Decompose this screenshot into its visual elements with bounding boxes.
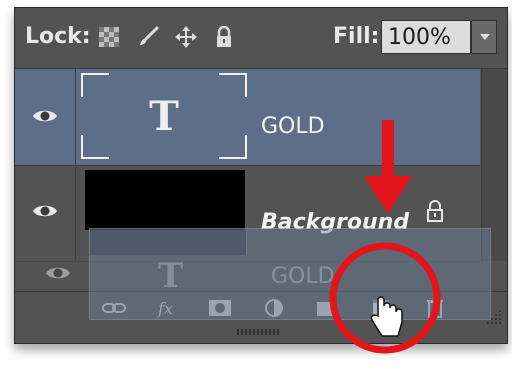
text-layer-thumbnail[interactable]: T — [81, 73, 247, 159]
resize-grip-icon[interactable] — [237, 328, 281, 336]
fill-value: 100% — [388, 25, 451, 50]
visibility-column — [15, 166, 76, 261]
dragged-thumbnail — [90, 229, 247, 255]
layer-name[interactable]: GOLD — [261, 114, 325, 139]
background-layer-thumbnail[interactable] — [85, 170, 245, 230]
eye-icon[interactable] — [32, 202, 58, 220]
lock-label: Lock: — [25, 24, 91, 49]
dragged-layer-overlay — [89, 228, 491, 320]
lock-bar: Lock: Fill: 100% — [15, 8, 507, 69]
chevron-down-icon — [480, 34, 490, 40]
lock-icon — [427, 200, 443, 222]
text-type-icon: T — [149, 93, 179, 140]
fill-input[interactable]: 100% — [381, 20, 471, 54]
lock-position-move-icon[interactable] — [175, 26, 197, 48]
layers-panel: Lock: Fill: 100% T GOLD Background T GOL… — [14, 7, 508, 344]
eye-icon — [46, 267, 70, 279]
fill-label: Fill: — [333, 24, 380, 49]
lock-image-pixels-brush-icon[interactable] — [137, 26, 159, 48]
lock-transparent-pixels-icon[interactable] — [98, 26, 120, 48]
eye-icon[interactable] — [32, 107, 58, 125]
visibility-column — [15, 69, 76, 165]
layer-row-gold[interactable]: T GOLD — [15, 69, 480, 166]
lock-all-icon[interactable] — [213, 26, 235, 48]
fill-dropdown-button[interactable] — [471, 20, 497, 54]
